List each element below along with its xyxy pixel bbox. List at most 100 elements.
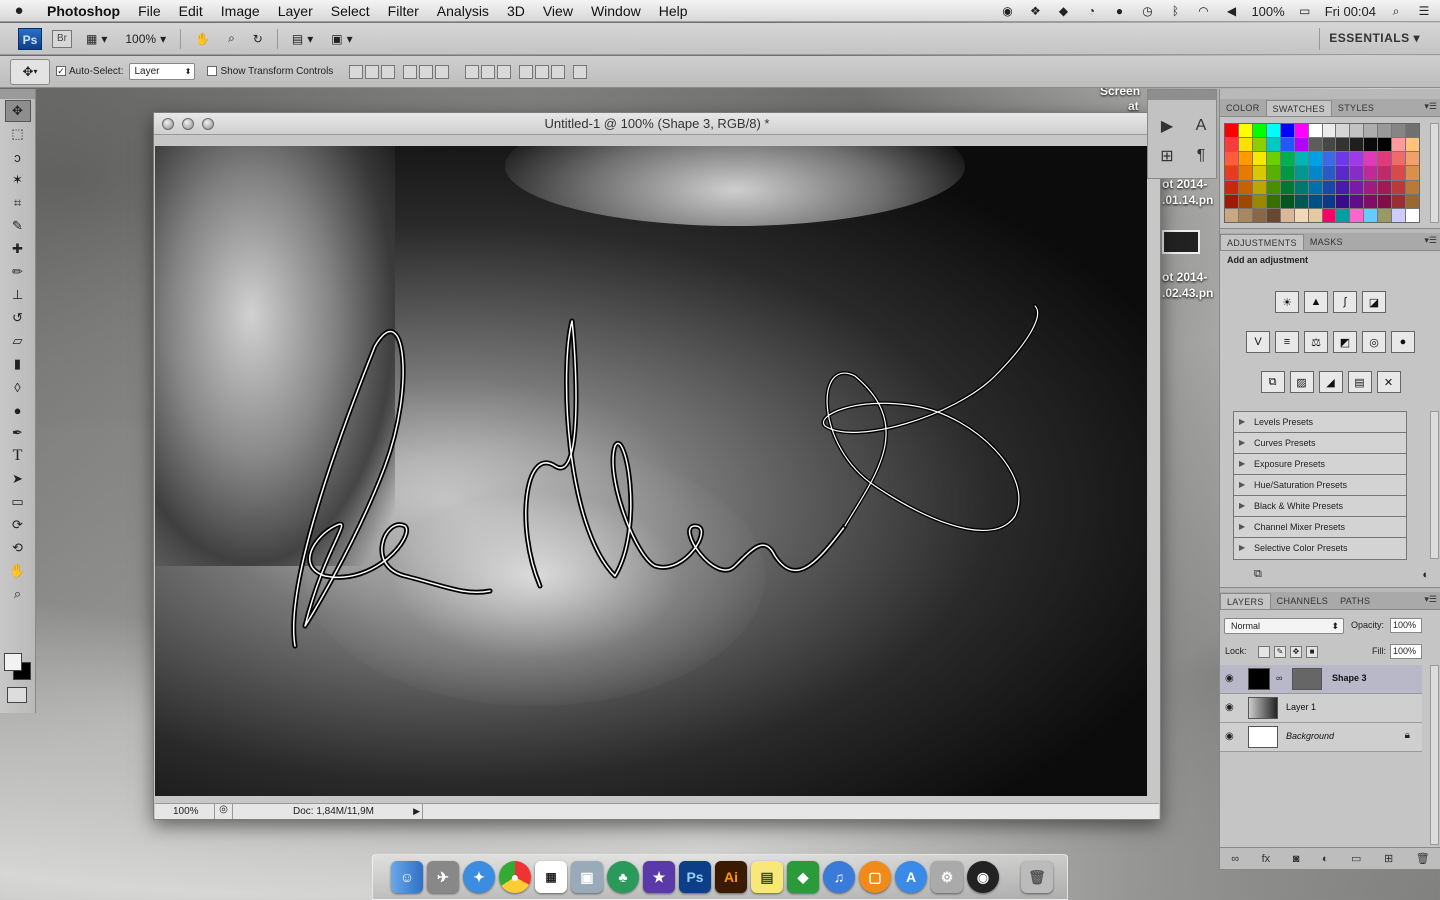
auto-align-icon[interactable] bbox=[573, 64, 588, 79]
color-swatch[interactable] bbox=[1350, 152, 1364, 166]
vector-mask-thumbnail[interactable] bbox=[1292, 668, 1322, 690]
auto-select-checkbox[interactable]: ✓ Auto-Select: bbox=[56, 66, 123, 77]
swatches-scrollbar[interactable] bbox=[1430, 123, 1439, 223]
path-selection-tool-icon[interactable]: ➤ bbox=[5, 468, 31, 490]
status-zoom-field[interactable]: 100% bbox=[155, 804, 215, 819]
trash-dock-icon[interactable]: 🗑︎ bbox=[1021, 861, 1053, 893]
color-swatch[interactable] bbox=[1252, 124, 1266, 138]
owl-icon[interactable]: ◉ bbox=[999, 4, 1015, 18]
apple-menu-icon[interactable]: ● bbox=[0, 2, 38, 19]
color-swatch[interactable] bbox=[1322, 166, 1336, 180]
color-swatch[interactable] bbox=[1392, 208, 1406, 222]
menu-layer[interactable]: Layer bbox=[269, 3, 322, 19]
color-swatch[interactable] bbox=[1225, 194, 1238, 208]
3d-rotate-tool-icon[interactable]: ⟳ bbox=[5, 514, 31, 536]
desktop-label-at[interactable]: at bbox=[1128, 99, 1139, 113]
new-adjustment-layer-icon[interactable]: ◐ bbox=[1322, 853, 1329, 865]
dropbox-icon[interactable]: ❖ bbox=[1027, 4, 1043, 18]
color-swatch[interactable] bbox=[1322, 124, 1336, 138]
invert-icon[interactable]: ⧉ bbox=[1260, 371, 1285, 393]
hand-tool-icon[interactable]: ✋ bbox=[5, 560, 31, 582]
color-swatch[interactable] bbox=[1322, 152, 1336, 166]
stickies-icon[interactable]: ▤ bbox=[751, 861, 783, 893]
curves-icon[interactable]: ∫ bbox=[1333, 291, 1357, 313]
color-swatch[interactable] bbox=[1364, 194, 1378, 208]
layer-name[interactable]: Shape 3 bbox=[1332, 673, 1367, 683]
color-swatch[interactable] bbox=[1322, 208, 1336, 222]
color-swatch[interactable] bbox=[1364, 152, 1378, 166]
color-swatch[interactable] bbox=[1378, 166, 1392, 180]
tab-adjustments[interactable]: ADJUSTMENTS bbox=[1220, 234, 1304, 250]
tab-paths[interactable]: PATHS bbox=[1334, 593, 1376, 609]
layers-scrollbar[interactable] bbox=[1430, 665, 1439, 845]
color-swatch[interactable] bbox=[1308, 166, 1322, 180]
distribute-top-icon[interactable] bbox=[465, 64, 480, 79]
color-swatch[interactable] bbox=[1252, 194, 1266, 208]
menu-help[interactable]: Help bbox=[650, 3, 697, 19]
color-swatch[interactable] bbox=[1225, 208, 1238, 222]
preset-hue-saturation[interactable]: Hue/Saturation Presets bbox=[1234, 475, 1406, 496]
brightness-contrast-icon[interactable]: ☀ bbox=[1275, 291, 1299, 313]
mask-toggle-icon[interactable]: ◐ bbox=[1422, 569, 1429, 581]
threshold-icon[interactable]: ◢ bbox=[1318, 371, 1343, 393]
menu-window[interactable]: Window bbox=[582, 3, 650, 19]
show-transform-checkbox[interactable]: Show Transform Controls bbox=[207, 66, 333, 77]
color-swatch[interactable] bbox=[1406, 194, 1419, 208]
desktop-file-thumbnail[interactable] bbox=[1162, 230, 1200, 254]
crop-tool-icon[interactable]: ⌗ bbox=[5, 192, 31, 214]
color-swatch[interactable] bbox=[1336, 138, 1350, 152]
ibooks-icon[interactable]: ▢ bbox=[859, 861, 891, 893]
color-swatch[interactable] bbox=[1406, 124, 1419, 138]
layer-thumbnail[interactable] bbox=[1248, 697, 1278, 719]
color-swatch[interactable] bbox=[1406, 180, 1419, 194]
color-swatch[interactable] bbox=[1392, 124, 1406, 138]
bell-icon[interactable]: ◔ bbox=[1083, 4, 1099, 18]
auto-select-dropdown[interactable]: Layer ⬍ bbox=[129, 63, 196, 80]
tab-masks[interactable]: MASKS bbox=[1304, 234, 1349, 250]
menu-filter[interactable]: Filter bbox=[379, 3, 428, 19]
finder-icon[interactable]: ☺ bbox=[391, 861, 423, 893]
preset-selective-color[interactable]: Selective Color Presets bbox=[1234, 538, 1406, 559]
color-swatch[interactable] bbox=[1336, 180, 1350, 194]
opacity-field[interactable]: 100% bbox=[1390, 618, 1422, 633]
color-swatch[interactable] bbox=[1294, 138, 1308, 152]
color-swatch[interactable] bbox=[1350, 194, 1364, 208]
calendar-icon[interactable]: ▦ bbox=[535, 861, 567, 893]
magic-wand-tool-icon[interactable]: ✶ bbox=[5, 169, 31, 191]
trash-icon[interactable]: 🗑︎ bbox=[1416, 852, 1430, 865]
menu-edit[interactable]: Edit bbox=[170, 3, 212, 19]
color-swatch[interactable] bbox=[1392, 194, 1406, 208]
visibility-eye-icon[interactable]: ◉ bbox=[1225, 673, 1234, 684]
blend-mode-dropdown[interactable]: Normal ⬍ bbox=[1224, 618, 1344, 634]
system-preferences-icon[interactable]: ⚙ bbox=[931, 861, 963, 893]
chrome-icon[interactable]: ● bbox=[499, 861, 531, 893]
color-swatch[interactable] bbox=[1266, 208, 1280, 222]
color-swatch[interactable] bbox=[1350, 180, 1364, 194]
clip-to-layer-icon[interactable]: ⧉ bbox=[1254, 568, 1262, 581]
menu-3d[interactable]: 3D bbox=[498, 3, 534, 19]
notification-list-icon[interactable]: ☰ bbox=[1416, 4, 1432, 18]
foreground-color-swatch[interactable] bbox=[4, 653, 22, 671]
brush-tool-icon[interactable]: ✏ bbox=[5, 261, 31, 283]
tab-color[interactable]: COLOR bbox=[1220, 100, 1266, 116]
imovie-icon[interactable]: ★ bbox=[643, 861, 675, 893]
layer-row[interactable]: ◉ Layer 1 bbox=[1220, 694, 1422, 723]
color-swatch[interactable] bbox=[1280, 194, 1294, 208]
color-swatch[interactable] bbox=[1406, 166, 1419, 180]
eyedropper-tool-icon[interactable]: ✎ bbox=[5, 215, 31, 237]
layer-name[interactable]: Background bbox=[1286, 731, 1334, 741]
menu-file[interactable]: File bbox=[129, 3, 170, 19]
panel-menu-icon[interactable]: ▾☰ bbox=[1424, 594, 1437, 605]
rotate-view-button[interactable]: ↻ bbox=[249, 29, 267, 49]
color-swatch[interactable] bbox=[1238, 180, 1252, 194]
panel-header[interactable] bbox=[0, 89, 35, 99]
color-swatch[interactable] bbox=[1392, 152, 1406, 166]
panel-header[interactable] bbox=[1148, 90, 1216, 100]
layer-row[interactable]: ◉ ∞ Shape 3 bbox=[1220, 665, 1422, 694]
photoshop-dock-icon[interactable]: Ps bbox=[679, 861, 711, 893]
photo-filter-icon[interactable]: ◎ bbox=[1362, 331, 1386, 353]
tab-styles[interactable]: STYLES bbox=[1332, 100, 1380, 116]
color-swatch[interactable] bbox=[1225, 124, 1238, 138]
preset-exposure[interactable]: Exposure Presets bbox=[1234, 454, 1406, 475]
color-swatch[interactable] bbox=[1364, 180, 1378, 194]
